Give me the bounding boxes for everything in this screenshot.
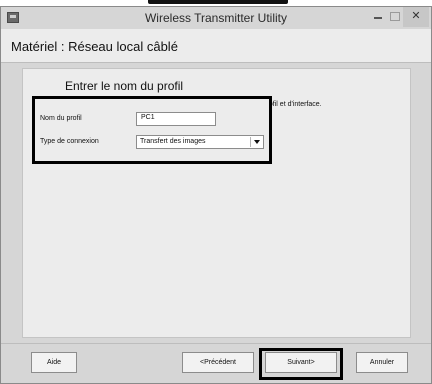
connection-type-value: Transfert des images [140, 138, 206, 145]
help-button[interactable]: Aide [31, 352, 77, 373]
title-bar: Wireless Transmitter Utility [1, 7, 431, 29]
previous-button[interactable]: <Précédent [182, 352, 254, 373]
top-crop-bar [148, 0, 288, 4]
profile-name-input[interactable]: PC1 [136, 112, 216, 126]
next-button[interactable]: Suivant> [265, 352, 337, 373]
section-title: Entrer le nom du profil [65, 79, 184, 93]
connection-type-label: Type de connexion [40, 138, 99, 145]
page-title: Matériel : Réseau local câblé [11, 39, 178, 54]
maximize-button[interactable] [387, 7, 403, 27]
footer-divider [1, 343, 431, 344]
connection-type-select[interactable]: Transfert des images [136, 135, 264, 149]
minimize-button[interactable] [369, 7, 387, 27]
profile-name-label: Nom du profil [40, 115, 82, 122]
close-button[interactable] [403, 7, 429, 27]
window-title: Wireless Transmitter Utility [144, 11, 287, 25]
profile-form-group: Nom du profil PC1 Type de connexion Tran… [32, 96, 272, 164]
page-header: Matériel : Réseau local câblé [1, 29, 431, 63]
chevron-down-icon[interactable] [250, 137, 262, 147]
cancel-button[interactable]: Annuler [356, 352, 408, 373]
app-window: Wireless Transmitter Utility Matériel : … [0, 6, 432, 384]
